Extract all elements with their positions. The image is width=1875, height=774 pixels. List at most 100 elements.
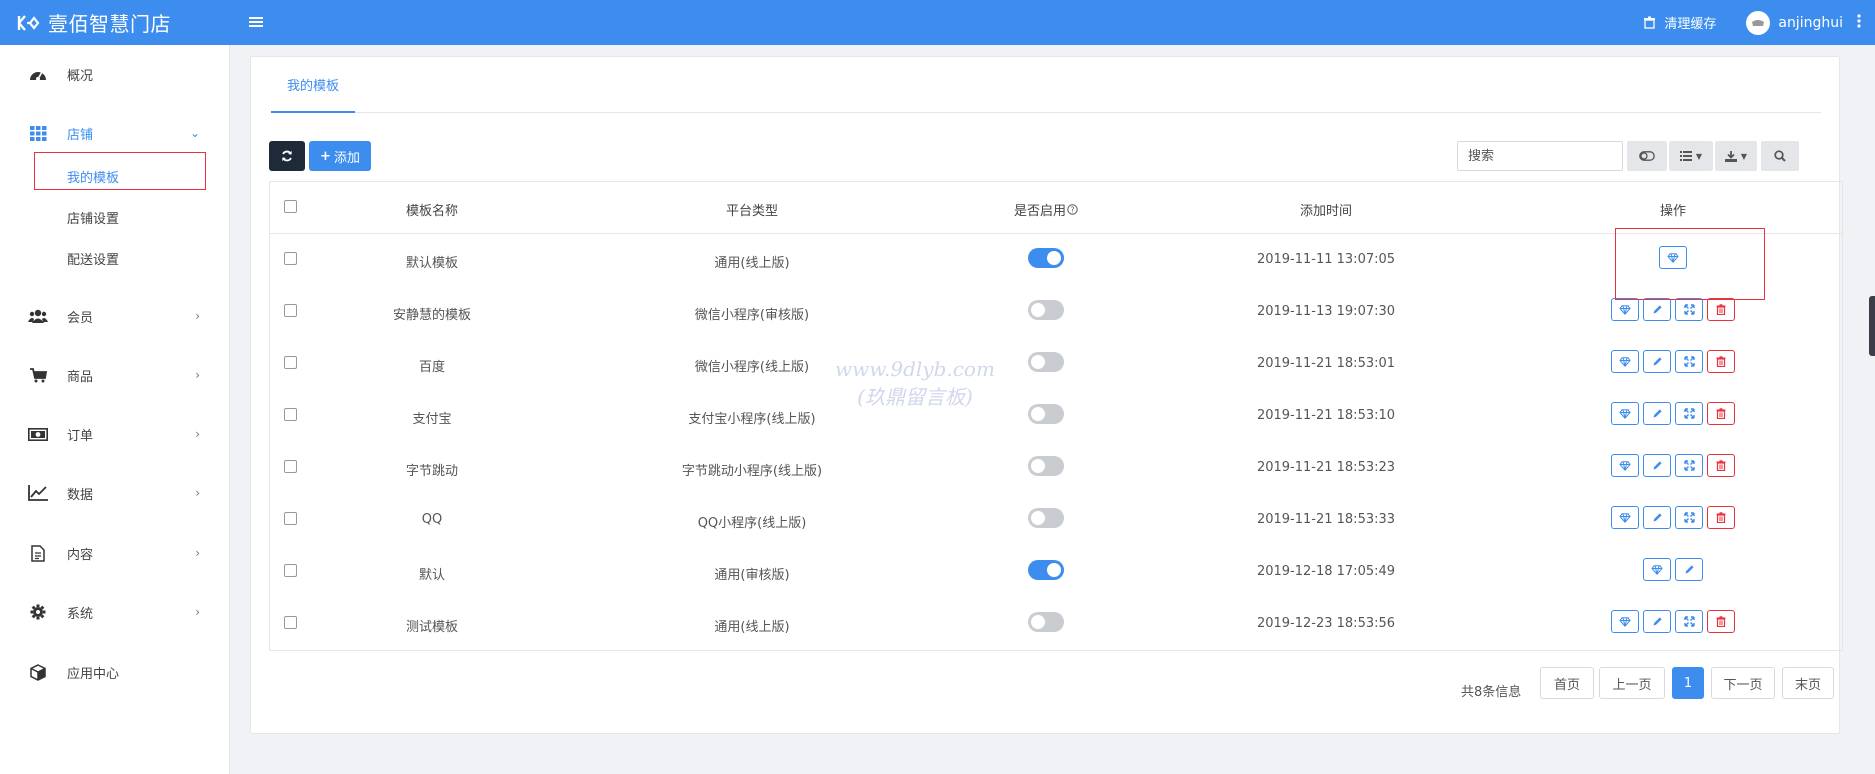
hamburger-icon[interactable] — [246, 13, 266, 32]
side-scroll-handle[interactable] — [1869, 296, 1875, 356]
sidebar-item-products[interactable]: 商品 › — [0, 360, 230, 390]
row-checkbox[interactable] — [284, 512, 297, 525]
toggle-knob — [1031, 303, 1045, 317]
fullscreen-button[interactable] — [1675, 402, 1703, 425]
sidebar-item-system[interactable]: 系统 › — [0, 597, 230, 627]
add-button[interactable]: + 添加 — [309, 141, 371, 171]
page-1-button[interactable]: 1 — [1672, 667, 1704, 699]
sidebar-item-app-center[interactable]: 应用中心 — [0, 657, 230, 687]
fullscreen-button[interactable] — [1675, 350, 1703, 373]
users-icon — [27, 307, 49, 325]
enabled-toggle[interactable] — [1028, 248, 1064, 268]
chevron-right-icon: › — [195, 546, 200, 560]
edit-button[interactable] — [1643, 454, 1671, 477]
more-vertical-icon[interactable] — [1857, 13, 1861, 32]
enabled-toggle[interactable] — [1028, 456, 1064, 476]
enabled-toggle[interactable] — [1028, 300, 1064, 320]
view-button[interactable] — [1611, 402, 1639, 425]
edit-button[interactable] — [1643, 350, 1671, 373]
sidebar-item-overview[interactable]: 概况 — [0, 59, 230, 89]
pencil-icon — [1652, 356, 1663, 367]
refresh-button[interactable] — [269, 141, 305, 171]
row-checkbox[interactable] — [284, 356, 297, 369]
view-button[interactable] — [1611, 350, 1639, 373]
delete-button[interactable] — [1707, 402, 1735, 425]
pencil-icon — [1652, 512, 1663, 523]
row-checkbox[interactable] — [284, 616, 297, 629]
edit-button[interactable] — [1675, 558, 1703, 581]
edit-button[interactable] — [1643, 610, 1671, 633]
expand-icon — [1683, 356, 1695, 367]
row-checkbox[interactable] — [284, 252, 297, 265]
view-button[interactable] — [1611, 454, 1639, 477]
sidebar-item-content[interactable]: 内容 › — [0, 538, 230, 568]
sidebar-item-store[interactable]: 店铺 ⌄ — [0, 118, 230, 148]
gear-icon — [27, 603, 49, 621]
export-button[interactable]: ▼ — [1715, 141, 1757, 171]
created-time: 2019-11-11 13:07:05 — [1256, 252, 1396, 267]
search-button[interactable] — [1761, 141, 1799, 171]
first-page-button[interactable]: 首页 — [1540, 667, 1594, 699]
row-checkbox[interactable] — [284, 304, 297, 317]
fullscreen-button[interactable] — [1675, 298, 1703, 321]
created-time: 2019-11-21 18:53:33 — [1256, 512, 1396, 527]
sidebar-item-orders[interactable]: 订单 › — [0, 419, 230, 449]
search-input[interactable] — [1457, 141, 1623, 171]
edit-button[interactable] — [1643, 506, 1671, 529]
view-button[interactable] — [1611, 610, 1639, 633]
created-time: 2019-11-21 18:53:23 — [1256, 460, 1396, 475]
columns-button[interactable]: ▼ — [1669, 141, 1713, 171]
chevron-right-icon: › — [195, 605, 200, 619]
toggle-view-button[interactable] — [1627, 141, 1667, 171]
platform-type: 字节跳动小程序(线上版) — [681, 464, 823, 479]
column-header-platform: 平台类型 — [725, 204, 779, 219]
table-row: 默认 通用(审核版) 2019-12-18 17:05:49 — [270, 546, 1842, 598]
expand-icon — [1683, 460, 1695, 471]
sidebar-item-label: 店铺 — [67, 127, 94, 143]
trash-icon — [1716, 512, 1726, 523]
fullscreen-button[interactable] — [1675, 454, 1703, 477]
view-button[interactable] — [1611, 506, 1639, 529]
delete-button[interactable] — [1707, 298, 1735, 321]
next-page-button[interactable]: 下一页 — [1711, 667, 1775, 699]
add-label: 添加 — [333, 150, 360, 166]
row-checkbox[interactable] — [284, 564, 297, 577]
row-checkbox[interactable] — [284, 460, 297, 473]
tab-my-templates[interactable]: 我的模板 — [271, 57, 356, 113]
delete-button[interactable] — [1707, 350, 1735, 373]
view-button[interactable] — [1611, 298, 1639, 321]
prev-page-button[interactable]: 上一页 — [1599, 667, 1665, 699]
delete-button[interactable] — [1707, 506, 1735, 529]
sidebar: 概况 店铺 ⌄ 我的模板 店铺设置 配送设置 会员 › 商品 › 订单 › 数据… — [0, 45, 230, 774]
brand[interactable]: 壹佰智慧门店 — [0, 0, 230, 45]
enabled-toggle[interactable] — [1028, 404, 1064, 424]
select-all-checkbox[interactable] — [284, 200, 297, 213]
edit-button[interactable] — [1643, 298, 1671, 321]
view-button[interactable] — [1643, 558, 1671, 581]
enabled-toggle[interactable] — [1028, 352, 1064, 372]
sidebar-subitem-delivery-settings[interactable]: 配送设置 — [67, 250, 119, 272]
caret-down-icon: ▼ — [1740, 151, 1748, 161]
sidebar-subitem-store-settings[interactable]: 店铺设置 — [67, 209, 119, 231]
sidebar-item-data[interactable]: 数据 › — [0, 478, 230, 508]
user-menu[interactable]: anjinghui — [1746, 10, 1843, 35]
help-icon[interactable]: ? — [1067, 204, 1078, 215]
fullscreen-button[interactable] — [1675, 506, 1703, 529]
sidebar-item-label: 概况 — [67, 68, 94, 84]
sidebar-item-members[interactable]: 会员 › — [0, 301, 230, 331]
trash-icon — [1716, 616, 1726, 627]
enabled-toggle[interactable] — [1028, 612, 1064, 632]
delete-button[interactable] — [1707, 454, 1735, 477]
fullscreen-button[interactable] — [1675, 610, 1703, 633]
table-row: 支付宝 支付宝小程序(线上版) 2019-11-21 18:53:10 — [270, 390, 1842, 442]
row-checkbox[interactable] — [284, 408, 297, 421]
created-time: 2019-11-13 19:07:30 — [1256, 304, 1396, 319]
enabled-toggle[interactable] — [1028, 560, 1064, 580]
enabled-toggle[interactable] — [1028, 508, 1064, 528]
clear-cache-button[interactable]: 清理缓存 — [1643, 13, 1716, 32]
pencil-icon — [1652, 460, 1663, 471]
edit-button[interactable] — [1643, 402, 1671, 425]
line-chart-icon — [27, 484, 49, 502]
last-page-button[interactable]: 末页 — [1782, 667, 1834, 699]
delete-button[interactable] — [1707, 610, 1735, 633]
